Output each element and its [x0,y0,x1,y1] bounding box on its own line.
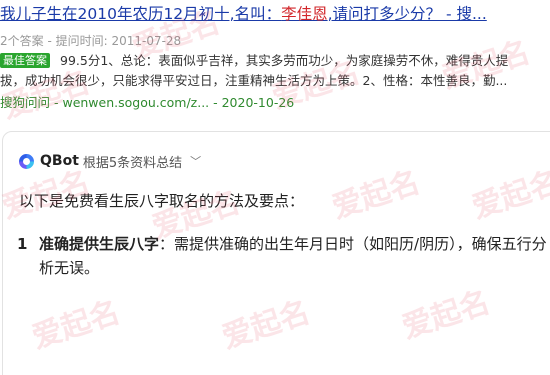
qbot-source-count: 根据5条资料总结 [82,155,183,171]
source-site-link[interactable]: 搜狗问问 [0,95,50,110]
snippet-text-1: 99.5分1、总论：表面似乎吉祥，其实多劳而功少，为家庭操劳不休，难得贵人提 [60,53,509,68]
best-answer-badge: 最佳答案 [0,53,50,68]
result-source: 搜狗问问 - wenwen.sogou.com/z... - 2020-10-2… [0,92,294,111]
chevron-down-icon[interactable]: ﹀ [190,153,201,169]
qbot-header[interactable]: QBot 根据5条资料总结 ﹀ [19,151,201,171]
result-title-highlight[interactable]: 李佳恩 [281,5,328,23]
qbot-logo-icon [19,153,34,169]
result-title-suffix[interactable]: ,请问打多少分？ - 搜... [328,5,487,23]
snippet-line-1: 最佳答案 99.5分1、总论：表面似乎吉祥，其实多劳而功少，为家庭操劳不休，难得贵… [0,51,545,71]
result-title-prefix[interactable]: 我儿子生在2010年农历12月初十,名叫： [0,5,281,23]
source-url-date: - wenwen.sogou.com/z... - 2020-10-26 [50,95,295,110]
result-title-link[interactable]: 我儿子生在2010年农历12月初十,名叫：李佳恩,请问打多少分？ - 搜... [0,4,545,24]
item-term: 准确提供生辰八字 [39,235,160,253]
qbot-summary-card: QBot 根据5条资料总结 ﹀ 以下是免费看生辰八字取名的方法及要点： 1 准确… [2,131,550,375]
snippet-line-2: 拔，成功机会很少，只能求得平安过日，注重精神生活方为上策。2、性格：本性善良，勤… [0,73,508,88]
result-snippet: 最佳答案 99.5分1、总论：表面似乎吉祥，其实多劳而功少，为家庭操劳不休，难得贵… [0,51,545,91]
item-number: 1 [17,235,28,253]
qbot-list-item: 1 准确提供生辰八字：需提供准确的出生年月日时（如阳历/阴历），确保五行分析无误… [17,232,547,280]
qbot-name: QBot [40,153,79,169]
result-meta: 2个答案 - 提问时间: 2011-07-28 [0,34,182,48]
item-body: 准确提供生辰八字：需提供准确的出生年月日时（如阳历/阴历），确保五行分析无误。 [39,232,547,280]
qbot-intro-text: 以下是免费看生辰八字取名的方法及要点： [19,192,305,210]
search-result: 我儿子生在2010年农历12月初十,名叫：李佳恩,请问打多少分？ - 搜... … [0,0,550,120]
